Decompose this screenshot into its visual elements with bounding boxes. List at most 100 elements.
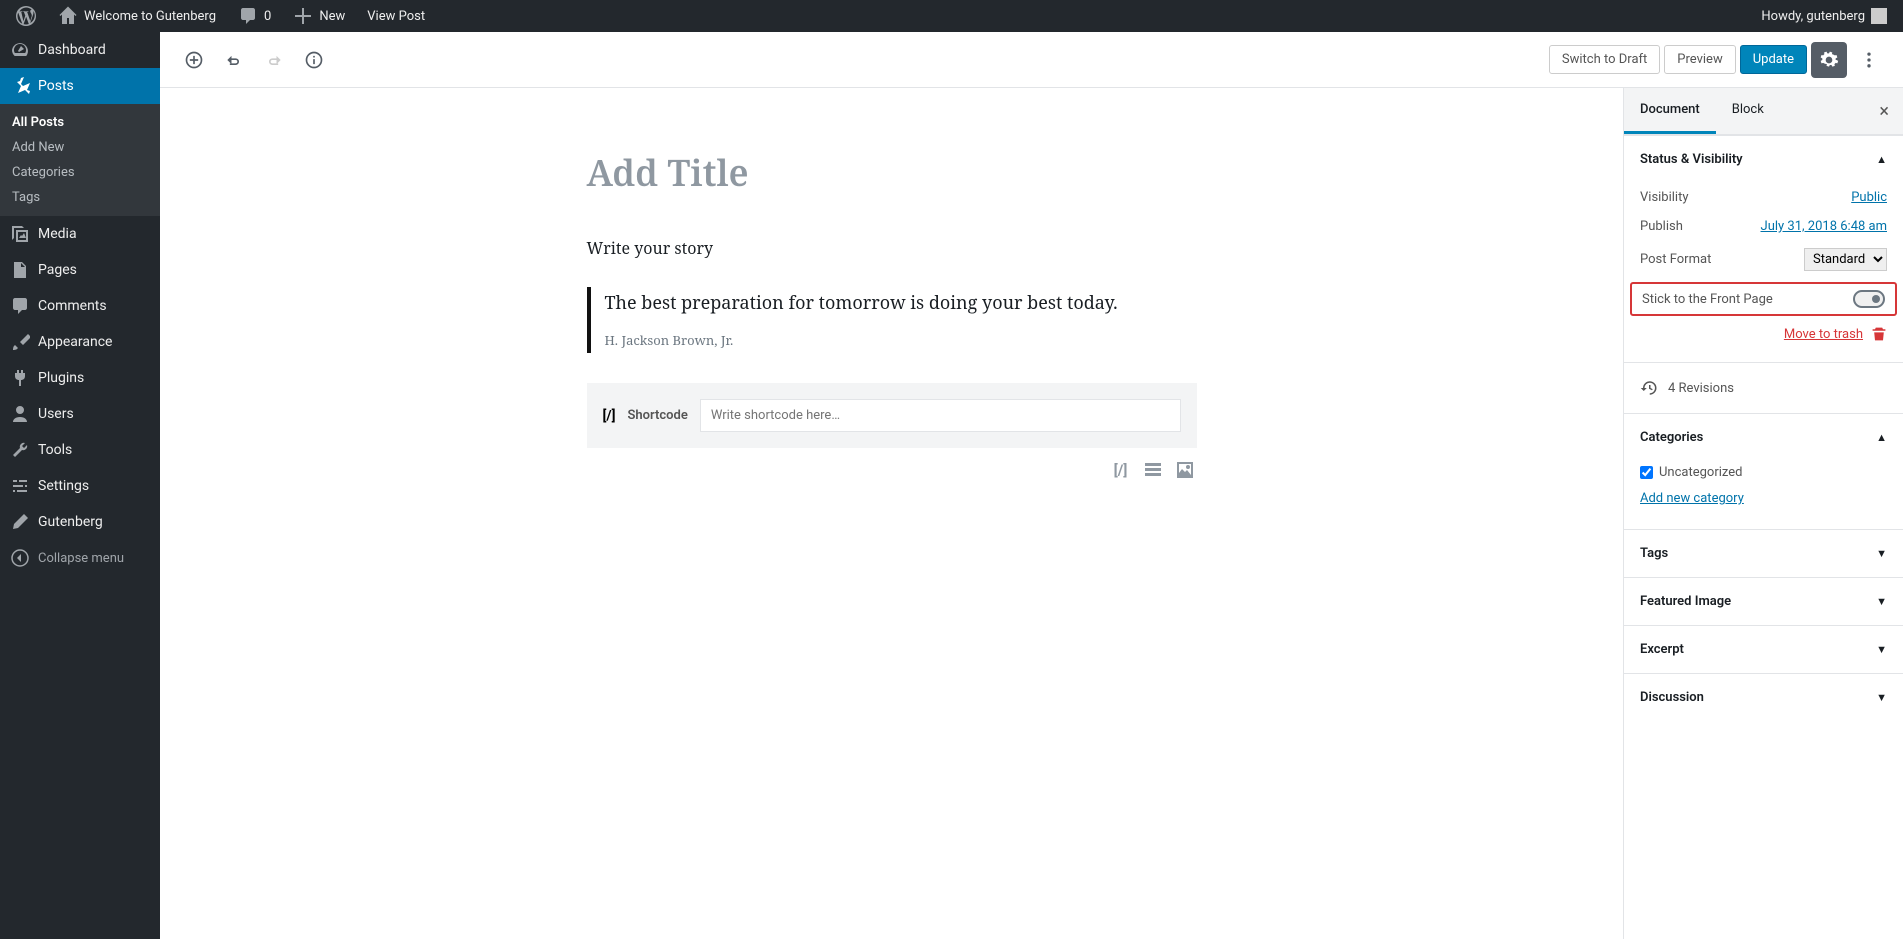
media-icon — [10, 224, 30, 244]
content-info-button[interactable] — [296, 42, 332, 78]
user-icon — [10, 404, 30, 424]
block-inserter-row: [/] — [587, 448, 1197, 492]
sliders-icon — [10, 476, 30, 496]
visibility-value[interactable]: Public — [1851, 190, 1887, 205]
shortcode-icon: [/] — [603, 408, 616, 424]
wrench-icon — [10, 440, 30, 460]
sticky-toggle[interactable] — [1853, 290, 1885, 308]
menu-tools[interactable]: Tools — [0, 432, 160, 468]
visibility-label: Visibility — [1640, 190, 1689, 205]
panel-status-header[interactable]: Status & Visibility▲ — [1624, 136, 1903, 183]
wp-logo[interactable] — [8, 0, 44, 32]
caret-down-icon: ▼ — [1876, 547, 1887, 560]
sticky-row-highlight: Stick to the Front Page — [1630, 282, 1897, 316]
collapse-icon — [10, 548, 30, 568]
add-block-button[interactable] — [176, 42, 212, 78]
undo-icon — [224, 50, 244, 70]
brush-icon — [10, 332, 30, 352]
collapse-menu[interactable]: Collapse menu — [0, 540, 160, 576]
insert-image-button[interactable] — [1173, 458, 1197, 482]
close-sidebar-button[interactable]: × — [1865, 101, 1903, 122]
plus-circle-icon — [184, 50, 204, 70]
menu-posts[interactable]: Posts — [0, 68, 160, 104]
caret-down-icon: ▼ — [1876, 691, 1887, 704]
menu-settings[interactable]: Settings — [0, 468, 160, 504]
menu-media[interactable]: Media — [0, 216, 160, 252]
plus-icon — [293, 6, 313, 26]
add-category-link[interactable]: Add new category — [1640, 491, 1744, 506]
panel-discussion: Discussion▼ — [1624, 673, 1903, 721]
sticky-label: Stick to the Front Page — [1642, 292, 1773, 307]
panel-excerpt-header[interactable]: Excerpt▼ — [1624, 626, 1903, 673]
more-menu-button[interactable] — [1851, 42, 1887, 78]
shortcode-input[interactable] — [700, 399, 1181, 432]
quote-citation[interactable]: H. Jackson Brown, Jr. — [605, 331, 1197, 349]
move-to-trash-link[interactable]: Move to trash — [1784, 327, 1863, 342]
comment-icon — [238, 6, 258, 26]
admin-bar: Welcome to Gutenberg 0 New View Post How… — [0, 0, 1903, 32]
info-icon — [304, 50, 324, 70]
insert-shortcode-button[interactable]: [/] — [1109, 458, 1133, 482]
menu-users[interactable]: Users — [0, 396, 160, 432]
caret-down-icon: ▼ — [1876, 595, 1887, 608]
submenu-add-new[interactable]: Add New — [0, 135, 160, 160]
panel-excerpt: Excerpt▼ — [1624, 625, 1903, 673]
post-format-label: Post Format — [1640, 252, 1711, 267]
quote-block[interactable]: The best preparation for tomorrow is doi… — [587, 287, 1197, 353]
menu-appearance[interactable]: Appearance — [0, 324, 160, 360]
update-button[interactable]: Update — [1740, 45, 1807, 74]
view-post-link[interactable]: View Post — [359, 0, 433, 32]
tab-block[interactable]: Block — [1716, 88, 1780, 134]
comments-icon — [10, 296, 30, 316]
pin-icon — [10, 76, 30, 96]
new-link[interactable]: New — [285, 0, 353, 32]
kebab-icon — [1859, 50, 1879, 70]
publish-value[interactable]: July 31, 2018 6:48 am — [1761, 219, 1887, 234]
wordpress-icon — [16, 6, 36, 26]
submenu-tags[interactable]: Tags — [0, 185, 160, 210]
post-title-input[interactable]: Add Title — [587, 148, 1197, 197]
revisions-row[interactable]: 4 Revisions — [1624, 362, 1903, 413]
panel-featured-image-header[interactable]: Featured Image▼ — [1624, 578, 1903, 625]
menu-pages[interactable]: Pages — [0, 252, 160, 288]
panel-discussion-header[interactable]: Discussion▼ — [1624, 674, 1903, 721]
editor-main: Switch to Draft Preview Update Add Title… — [160, 32, 1903, 939]
panel-tags: Tags▼ — [1624, 529, 1903, 577]
comments-link[interactable]: 0 — [230, 0, 279, 32]
editor-header: Switch to Draft Preview Update — [160, 32, 1903, 88]
category-uncategorized-checkbox[interactable] — [1640, 466, 1653, 479]
page-icon — [10, 260, 30, 280]
preview-button[interactable]: Preview — [1664, 45, 1735, 74]
menu-dashboard[interactable]: Dashboard — [0, 32, 160, 68]
undo-button[interactable] — [216, 42, 252, 78]
admin-sidebar: Dashboard Posts All Posts Add New Catego… — [0, 32, 160, 939]
tab-document[interactable]: Document — [1624, 88, 1716, 134]
submenu-categories[interactable]: Categories — [0, 160, 160, 185]
menu-comments[interactable]: Comments — [0, 288, 160, 324]
image-icon — [1175, 460, 1195, 480]
menu-gutenberg[interactable]: Gutenberg — [0, 504, 160, 540]
history-icon — [1640, 379, 1658, 397]
plug-icon — [10, 368, 30, 388]
submenu-all-posts[interactable]: All Posts — [0, 110, 160, 135]
panel-categories-header[interactable]: Categories▲ — [1624, 414, 1903, 461]
editor-canvas[interactable]: Add Title Write your story The best prep… — [160, 88, 1623, 939]
sidebar-tabs: Document Block × — [1624, 88, 1903, 135]
insert-list-button[interactable] — [1141, 458, 1165, 482]
quote-text[interactable]: The best preparation for tomorrow is doi… — [605, 291, 1197, 315]
shortcode-block[interactable]: [/] Shortcode — [587, 383, 1197, 448]
settings-toggle-button[interactable] — [1811, 42, 1847, 78]
redo-icon — [264, 50, 284, 70]
post-format-select[interactable]: Standard — [1804, 248, 1887, 271]
category-uncategorized-label: Uncategorized — [1659, 465, 1742, 480]
redo-button[interactable] — [256, 42, 292, 78]
howdy-link[interactable]: Howdy, gutenberg — [1753, 0, 1895, 32]
menu-plugins[interactable]: Plugins — [0, 360, 160, 396]
panel-tags-header[interactable]: Tags▼ — [1624, 530, 1903, 577]
list-icon — [1143, 460, 1163, 480]
paragraph-block[interactable]: Write your story — [587, 237, 1197, 259]
caret-up-icon: ▲ — [1876, 431, 1887, 444]
switch-to-draft-button[interactable]: Switch to Draft — [1549, 45, 1660, 74]
shortcode-label: Shortcode — [627, 408, 687, 423]
site-link[interactable]: Welcome to Gutenberg — [50, 0, 224, 32]
